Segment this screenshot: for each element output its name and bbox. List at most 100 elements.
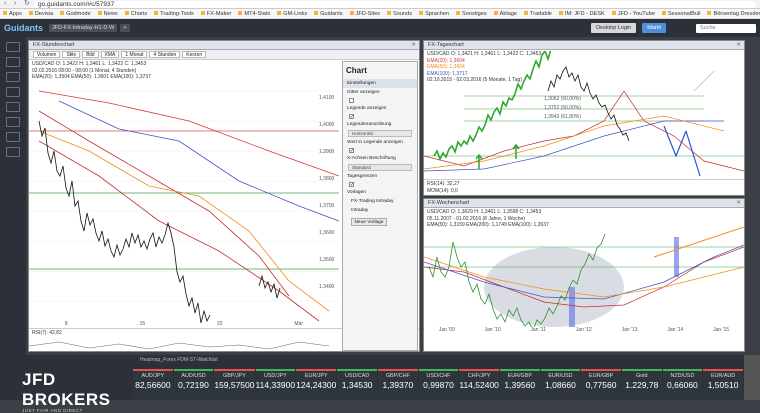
x-axis-select[interactable]: Standard xyxy=(348,164,412,171)
watchlist-tile[interactable]: GBP/JPY 159,57500 xyxy=(214,369,255,400)
template-item[interactable]: FX-Trading Intraday xyxy=(343,197,417,206)
search-input[interactable]: Suche xyxy=(696,23,756,33)
new-template-button[interactable]: Neue Vorlage xyxy=(351,218,387,226)
left-sidebar xyxy=(0,37,26,355)
watchlist-tile[interactable]: AUD/USD 0,72190 xyxy=(173,369,214,400)
reload-icon[interactable]: ↻ xyxy=(24,0,30,7)
legend-value-checkbox[interactable]: ✓ xyxy=(349,148,354,154)
bookmark-item[interactable]: Börsentag Dresden xyxy=(707,11,760,17)
toolbar-button[interactable]: Kerzen xyxy=(182,51,207,58)
workspace-tab[interactable]: JFD-FX-Intraday-H1-D-W xyxy=(49,24,118,32)
toolbar-button[interactable]: 4 Stunden xyxy=(149,51,181,58)
toolbar-button[interactable]: Bild xyxy=(82,51,99,58)
fib-label: 1,3752 (50,00%) xyxy=(544,105,581,111)
bookmark-item[interactable]: JFD - YouTube xyxy=(612,11,655,17)
bookmark-item[interactable]: Sonstiges xyxy=(456,11,487,17)
bookmark-item[interactable]: FX-Maker xyxy=(201,11,232,17)
bookmark-item[interactable]: MT4-Stats xyxy=(238,11,270,17)
bookmark-item[interactable]: JFD-Sites xyxy=(350,11,381,17)
bookmark-item[interactable]: News xyxy=(98,11,118,17)
watchlist-tile[interactable]: EUR/USD 1,08660 xyxy=(540,369,581,400)
watchlist-tile[interactable]: AUD/JPY 82,56600 xyxy=(133,369,173,400)
instrument-name: USD/JPY xyxy=(263,373,287,379)
bookmark-item[interactable]: Charts xyxy=(125,11,147,17)
scrollbar[interactable] xyxy=(744,355,760,400)
bookmark-item[interactable]: Devisia xyxy=(29,11,53,17)
star-icon[interactable] xyxy=(6,132,20,142)
news-icon[interactable] xyxy=(6,72,20,82)
watchlist-tile[interactable]: USD/CHF 0,99870 xyxy=(418,369,459,400)
back-icon[interactable]: ‹ xyxy=(4,0,10,7)
watchlist-tile[interactable]: EUR/GBP 1,39560 xyxy=(499,369,540,400)
instrument-name: EUR/GBP xyxy=(507,373,532,379)
watchlist-tile[interactable]: CHF/JPY 114,52400 xyxy=(459,369,499,400)
forward-icon[interactable]: › xyxy=(14,0,20,7)
y-tick-label: 1,3900 xyxy=(319,149,335,155)
user-icon[interactable] xyxy=(6,147,20,157)
y-tick-label: 1,3600 xyxy=(319,230,335,236)
grid-icon[interactable] xyxy=(6,117,20,127)
add-workspace-button[interactable]: + xyxy=(120,24,130,32)
watchlist-tile[interactable]: Gold 1.229,78 xyxy=(621,369,662,400)
settings-heading: Einstellungen xyxy=(343,79,417,88)
watchlist-tile[interactable]: NZD/USD 0,66060 xyxy=(662,369,703,400)
bookmark-item[interactable]: SeasonalBull xyxy=(662,11,701,17)
toolbar-button[interactable]: Stile xyxy=(62,51,81,58)
bookmark-item[interactable]: Tradable xyxy=(524,11,552,17)
close-icon[interactable]: ✕ xyxy=(411,41,416,50)
settings-title: Chart xyxy=(346,66,367,75)
day-boundaries-checkbox[interactable]: ✓ xyxy=(349,182,354,188)
bookmark-item[interactable]: Trading-Tools xyxy=(154,11,194,17)
watchlist-tile[interactable]: EUR/AUD 1,50510 xyxy=(703,369,743,400)
grid-checkbox[interactable] xyxy=(349,98,354,103)
weekly-price-chart[interactable] xyxy=(424,227,744,327)
bookmark-item[interactable]: IM: JFD - DESK xyxy=(559,11,605,17)
toolbar-button[interactable]: XMA xyxy=(100,51,120,58)
instrument-name: AUD/JPY xyxy=(141,373,165,379)
bookmark-item[interactable]: GM-Links xyxy=(277,11,307,17)
list-icon[interactable] xyxy=(6,87,20,97)
watchlist-tile[interactable]: USD/CAD 1,34530 xyxy=(337,369,377,400)
instrument-price: 124,24300 xyxy=(296,380,337,390)
tools-icon[interactable] xyxy=(6,102,20,112)
app-logo[interactable]: Guidants xyxy=(4,23,43,33)
jfd-logo: JFD BROKERS JUST FAIR AND DIRECT xyxy=(22,370,111,413)
bookmark-item[interactable]: Sprachen xyxy=(419,11,449,17)
bookmark-item[interactable]: Guidants xyxy=(314,11,342,17)
template-item[interactable]: Intraday xyxy=(343,206,417,215)
watchlist-tile[interactable]: EUR/GBP 0,77560 xyxy=(581,369,621,400)
daily-price-chart[interactable] xyxy=(424,51,744,181)
watchlist-tiles: AUD/JPY 82,56600 AUD/USD 0,72190 GBP/JPY 159,… xyxy=(133,369,743,400)
instrument-price: 114,52400 xyxy=(459,380,499,390)
bookmark-item[interactable]: Godmode xyxy=(60,11,91,17)
x-tick-label: Jan '09 xyxy=(438,327,455,333)
y-tick-label: 1,3400 xyxy=(319,284,335,290)
close-icon[interactable]: ✕ xyxy=(736,41,741,50)
url-field[interactable]: go.guidants.com/#c/57937 xyxy=(34,0,756,8)
menu-icon[interactable] xyxy=(6,42,20,52)
watchlist-tile[interactable]: EUR/JPY 124,24300 xyxy=(296,369,337,400)
watchlist-tile[interactable]: USD/JPY 114,33900 xyxy=(255,369,296,400)
rsi-line xyxy=(28,341,330,349)
x-tick-label: Jan '15 xyxy=(713,327,730,333)
toolbar-button[interactable]: 1 Monat xyxy=(121,51,148,58)
legend-checkbox[interactable]: ✓ xyxy=(349,114,354,120)
bookmark-item[interactable]: Sounds xyxy=(387,11,412,17)
instrument-name: EUR/GBP xyxy=(588,373,614,379)
chart-icon[interactable] xyxy=(6,57,20,67)
panel-title: FX-Tageschart ✕ xyxy=(424,41,744,50)
markt-button[interactable]: Markt xyxy=(642,23,666,33)
y-tick-label: 1,4100 xyxy=(319,95,335,101)
fib-levels: 1,3062 (50,00%) 1,3752 (50,00%) 1,3543 (61… xyxy=(544,95,581,122)
legend-position-select[interactable]: Horizontal xyxy=(348,130,412,137)
desktop-login-button[interactable]: Desktop Login xyxy=(591,23,637,33)
watchlist-tile[interactable]: GBP/CHF 1,39370 xyxy=(378,369,418,400)
weekly-chart-panel: FX-Wochenchart ✕ USD/CAD O: 1,3629 H: 1,3… xyxy=(423,198,745,352)
instrument-price: 1,34530 xyxy=(341,380,373,390)
x-tick-label: Mär xyxy=(294,321,304,327)
toolbar-button[interactable]: Volumen xyxy=(33,51,61,58)
instrument-price: 1.229,78 xyxy=(625,380,659,390)
bookmark-item[interactable]: Ablage xyxy=(494,11,517,17)
bookmark-item[interactable]: Apps xyxy=(3,11,22,17)
close-icon[interactable]: ✕ xyxy=(736,199,741,208)
